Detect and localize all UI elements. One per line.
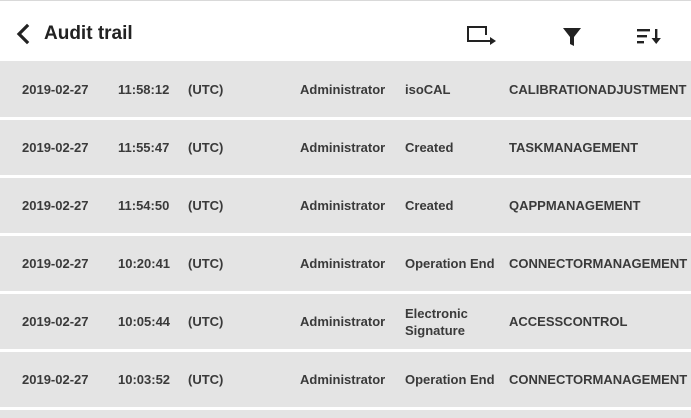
back-chevron-icon (16, 23, 30, 45)
filter-icon (563, 28, 581, 46)
row-action: isoCAL (405, 82, 451, 97)
row-date: 2019-02-27 (22, 314, 89, 329)
page-title: Audit trail (44, 23, 133, 44)
row-time: 11:55:47 (118, 140, 170, 155)
row-time: 10:03:52 (118, 372, 171, 387)
audit-trail-screen: Audit trail 2019-02-27 11:58:12 (UTC) Ad… (0, 0, 691, 418)
row-timezone: (UTC) (188, 82, 224, 97)
audit-row[interactable]: 2019-02-27 10:03:52 (UTC) Administrator … (0, 352, 691, 407)
filter-button[interactable] (556, 18, 592, 52)
row-module: CALIBRATIONADJUSTMENT (509, 82, 687, 97)
audit-row[interactable]: 2019-02-27 10:05:44 (UTC) Administrator … (0, 294, 691, 349)
row-date: 2019-02-27 (22, 140, 89, 155)
row-action: Created (405, 140, 454, 155)
row-module: CONNECTORMANAGEMENT (509, 256, 688, 271)
row-date: 2019-02-27 (22, 82, 89, 97)
row-action: Operation End (405, 372, 495, 387)
row-module: CONNECTORMANAGEMENT (509, 372, 688, 387)
row-user: Administrator (300, 140, 386, 155)
audit-row[interactable]: 2019-02-27 10:20:41 (UTC) Administrator … (0, 236, 691, 291)
row-time: 11:58:12 (118, 82, 170, 97)
audit-row[interactable]: 2019-02-27 11:55:47 (UTC) Administrator … (0, 120, 691, 175)
back-button[interactable] (13, 21, 35, 47)
row-action: Operation End (405, 256, 495, 271)
row-user: Administrator (300, 372, 386, 387)
export-button[interactable] (463, 18, 499, 52)
audit-row-partial[interactable] (0, 410, 691, 418)
row-action: Electronic Signature (405, 305, 468, 338)
top-divider (0, 0, 691, 8)
row-module: QAPPMANAGEMENT (509, 198, 641, 213)
row-module: TASKMANAGEMENT (509, 140, 639, 155)
audit-row[interactable]: 2019-02-27 11:58:12 (UTC) Administrator … (0, 62, 691, 117)
row-timezone: (UTC) (188, 140, 224, 155)
row-user: Administrator (300, 198, 386, 213)
row-timezone: (UTC) (188, 256, 224, 271)
sort-icon (637, 29, 661, 44)
row-module: ACCESSCONTROL (509, 314, 628, 329)
row-user: Administrator (300, 82, 386, 97)
row-date: 2019-02-27 (22, 372, 89, 387)
row-time: 10:05:44 (118, 314, 171, 329)
header-bar: Audit trail (0, 8, 691, 62)
row-date: 2019-02-27 (22, 198, 89, 213)
row-user: Administrator (300, 256, 386, 271)
row-timezone: (UTC) (188, 198, 224, 213)
row-timezone: (UTC) (188, 372, 224, 387)
row-date: 2019-02-27 (22, 256, 89, 271)
audit-list: 2019-02-27 11:58:12 (UTC) Administrator … (0, 62, 691, 418)
row-user: Administrator (300, 314, 386, 329)
row-action: Created (405, 198, 454, 213)
row-timezone: (UTC) (188, 314, 224, 329)
audit-row[interactable]: 2019-02-27 11:54:50 (UTC) Administrator … (0, 178, 691, 233)
sort-button[interactable] (631, 18, 667, 52)
export-icon (467, 26, 496, 45)
row-time: 10:20:41 (118, 256, 171, 271)
row-time: 11:54:50 (118, 198, 170, 213)
